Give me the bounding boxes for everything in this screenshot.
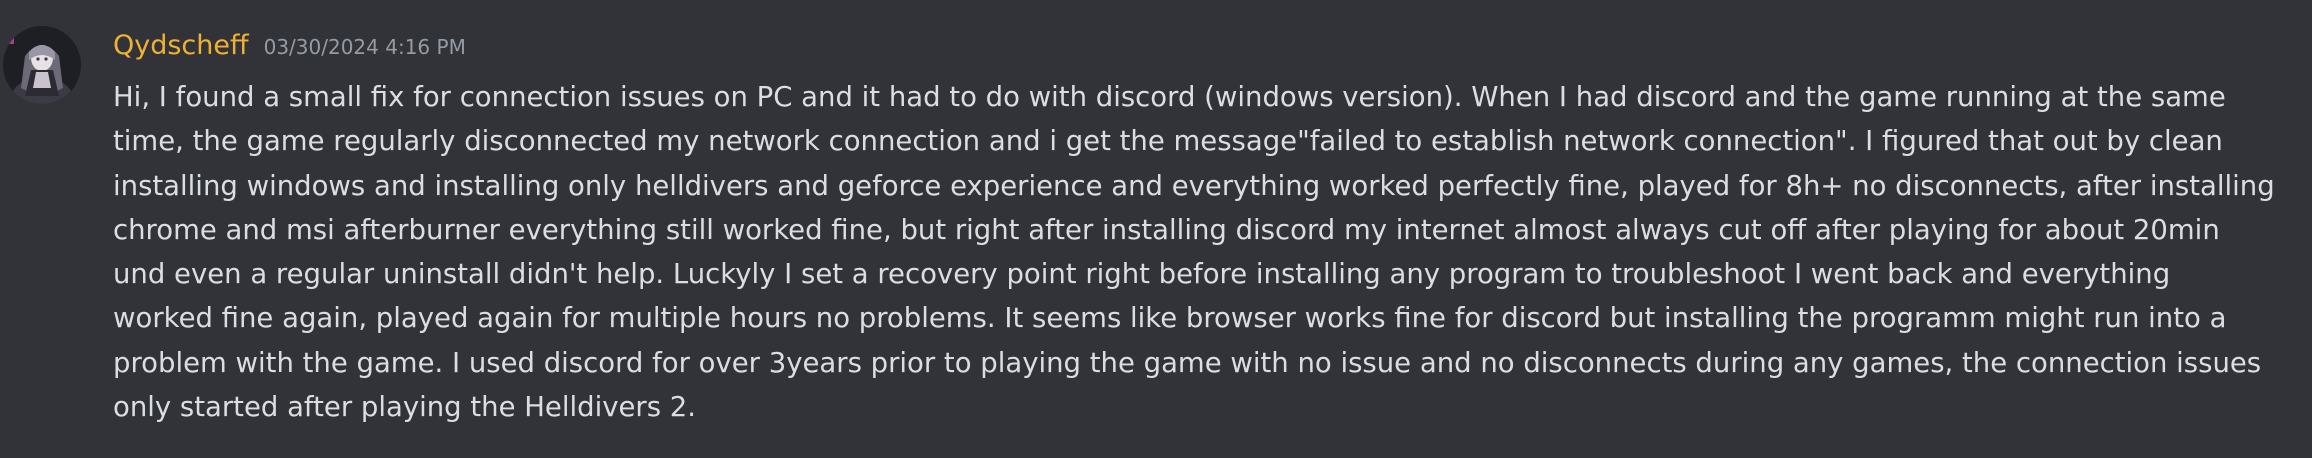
message-line: Hi, I found a small fix for connection i… [113,81,2226,113]
message-line: worked fine again, played again for mult… [113,302,2227,335]
message-line: time, the game regularly disconnected my… [113,125,2223,158]
avatar[interactable] [3,26,81,104]
message-line: chrome and msi afterburner everything st… [113,213,2220,246]
message-line: und even a regular uninstall didn't help… [113,258,2171,291]
user-avatar-icon [3,26,81,104]
author-name[interactable]: Qydscheff [113,30,249,61]
message-line: problem with the game. I used discord fo… [113,346,2262,379]
message-line: installing windows and installing only h… [113,169,2275,202]
chat-message: Qydscheff 03/30/2024 4:16 PM Hi, I found… [0,0,2312,458]
message-header: Qydscheff 03/30/2024 4:16 PM [113,30,466,70]
message-line: only started after playing the Helldiver… [113,391,697,424]
message-content: Hi, I found a small fix for connection i… [113,75,2293,429]
message-timestamp[interactable]: 03/30/2024 4:16 PM [264,35,466,59]
